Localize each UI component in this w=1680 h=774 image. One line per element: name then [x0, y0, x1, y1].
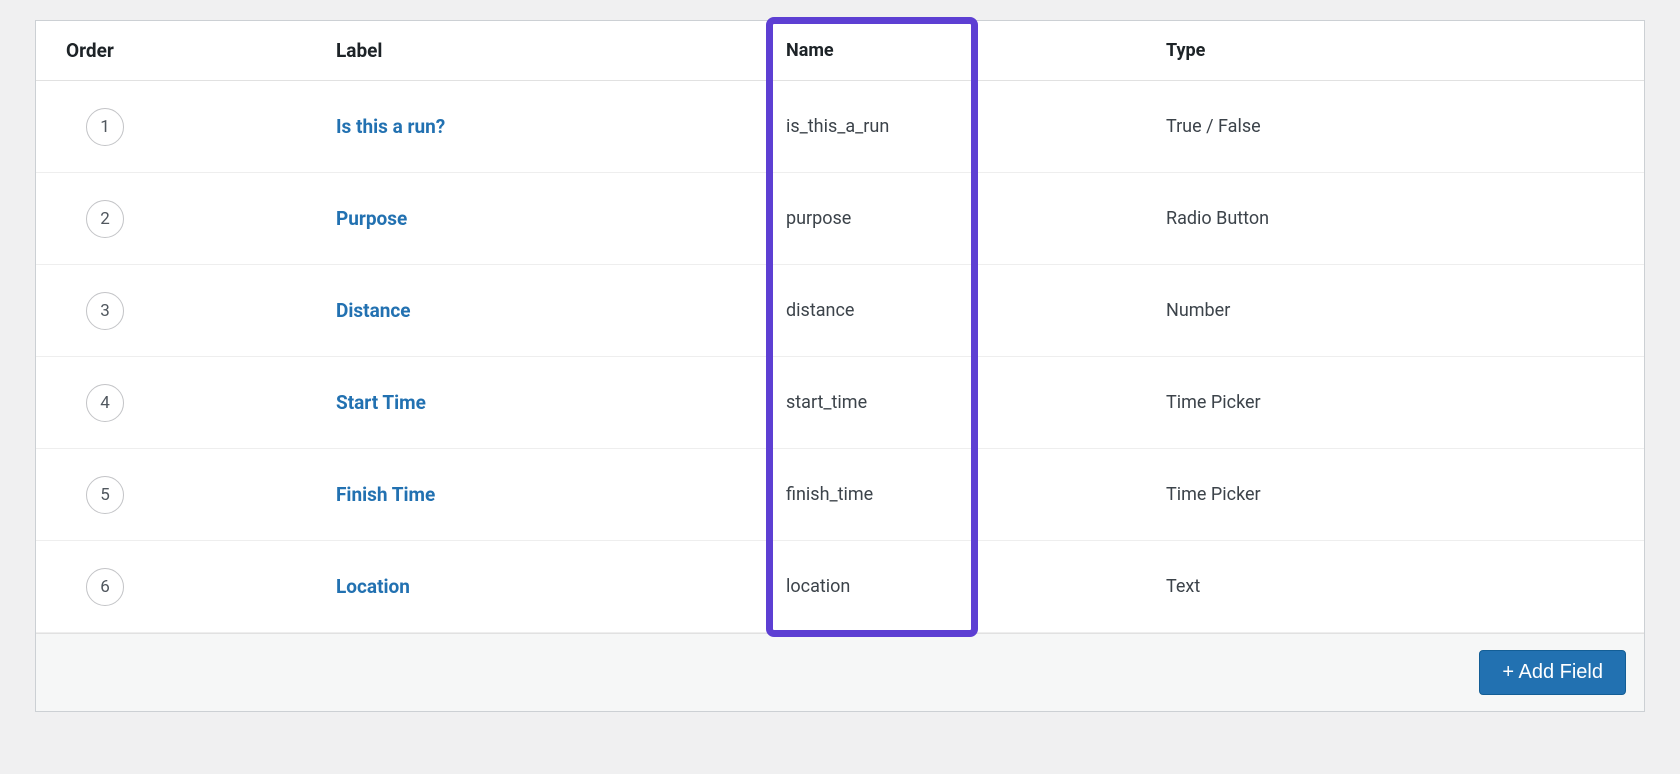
- order-badge[interactable]: 2: [86, 200, 124, 238]
- field-label-link[interactable]: Finish Time: [336, 483, 435, 506]
- table-row[interactable]: 2 Purpose purpose Radio Button: [36, 173, 1644, 265]
- order-badge[interactable]: 4: [86, 384, 124, 422]
- field-name: start_time: [786, 392, 1166, 413]
- field-type: Text: [1166, 576, 1644, 597]
- header-order: Order: [36, 39, 336, 62]
- header-label: Label: [336, 39, 786, 62]
- table-header: Order Label Name Type: [36, 21, 1644, 81]
- field-type: Time Picker: [1166, 484, 1644, 505]
- field-type: True / False: [1166, 116, 1644, 137]
- field-label-link[interactable]: Start Time: [336, 391, 426, 414]
- fields-panel: Order Label Name Type 1 Is this a run? i…: [35, 20, 1645, 712]
- fields-footer: + Add Field: [36, 633, 1644, 711]
- table-row[interactable]: 5 Finish Time finish_time Time Picker: [36, 449, 1644, 541]
- field-label-link[interactable]: Distance: [336, 299, 411, 322]
- field-name: distance: [786, 300, 1166, 321]
- add-field-button[interactable]: + Add Field: [1479, 650, 1626, 695]
- field-type: Number: [1166, 300, 1644, 321]
- table-row[interactable]: 4 Start Time start_time Time Picker: [36, 357, 1644, 449]
- order-badge[interactable]: 6: [86, 568, 124, 606]
- field-label-link[interactable]: Location: [336, 575, 410, 598]
- field-name: is_this_a_run: [786, 116, 1166, 137]
- field-type: Radio Button: [1166, 208, 1644, 229]
- order-badge[interactable]: 3: [86, 292, 124, 330]
- header-type: Type: [1166, 40, 1644, 61]
- table-row[interactable]: 3 Distance distance Number: [36, 265, 1644, 357]
- order-badge[interactable]: 1: [86, 108, 124, 146]
- field-name: location: [786, 576, 1166, 597]
- field-name: purpose: [786, 208, 1166, 229]
- field-type: Time Picker: [1166, 392, 1644, 413]
- field-name: finish_time: [786, 484, 1166, 505]
- fields-table: Order Label Name Type 1 Is this a run? i…: [36, 21, 1644, 633]
- table-row[interactable]: 6 Location location Text: [36, 541, 1644, 633]
- field-label-link[interactable]: Is this a run?: [336, 115, 445, 138]
- order-badge[interactable]: 5: [86, 476, 124, 514]
- field-label-link[interactable]: Purpose: [336, 207, 407, 230]
- table-row[interactable]: 1 Is this a run? is_this_a_run True / Fa…: [36, 81, 1644, 173]
- header-name: Name: [786, 40, 1166, 61]
